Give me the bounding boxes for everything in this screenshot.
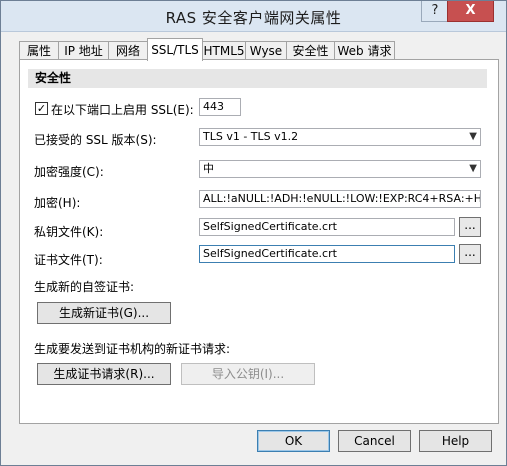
certificate-browse-button[interactable]: ...	[459, 244, 481, 264]
help-icon[interactable]: ?	[421, 1, 449, 22]
cipher-strength-label: 加密强度(C):	[34, 165, 104, 179]
self-signed-label: 生成新的自签证书:	[34, 280, 135, 294]
csr-label: 生成要发送到证书机构的新证书请求:	[34, 342, 231, 356]
cipher-input[interactable]: ALL:!aNULL:!ADH:!eNULL:!LOW:!EXP:RC4+RSA…	[199, 190, 481, 208]
chevron-down-icon: ▼	[469, 131, 477, 142]
close-icon[interactable]: X	[447, 1, 494, 22]
generate-new-certificate-button[interactable]: 生成新证书(G)...	[37, 302, 171, 324]
certificate-input[interactable]: SelfSignedCertificate.crt	[199, 245, 455, 263]
title-bar: RAS 安全客户端网关属性 ? X	[1, 1, 506, 32]
tab-web-request[interactable]: Web 请求	[334, 41, 395, 60]
tab-ip-address[interactable]: IP 地址	[58, 41, 109, 60]
ssl-version-value: TLS v1 - TLS v1.2	[203, 130, 299, 143]
ssl-enable-checkbox[interactable]: ✓	[35, 102, 48, 115]
import-public-key-button[interactable]: 导入公钥(I)...	[181, 363, 315, 385]
tab-security[interactable]: 安全性	[286, 41, 335, 60]
dialog-window: RAS 安全客户端网关属性 ? X 属性 IP 地址 网络 SSL/TLS HT…	[0, 0, 507, 466]
chevron-down-icon: ▼	[469, 163, 477, 174]
certificate-label: 证书文件(T):	[34, 253, 103, 267]
private-key-input[interactable]: SelfSignedCertificate.crt	[199, 218, 455, 236]
section-title: 安全性	[28, 69, 487, 88]
cancel-button[interactable]: Cancel	[338, 430, 411, 452]
ssl-port-input[interactable]: 443	[199, 98, 241, 116]
tab-network[interactable]: 网络	[108, 41, 148, 60]
private-key-browse-button[interactable]: ...	[459, 217, 481, 237]
help-button[interactable]: Help	[419, 430, 492, 452]
tab-properties[interactable]: 属性	[19, 41, 59, 60]
tab-wyse[interactable]: Wyse	[245, 41, 287, 60]
cipher-strength-value: 中	[203, 162, 214, 175]
generate-certificate-request-button[interactable]: 生成证书请求(R)...	[37, 363, 171, 385]
ssl-enable-label: 在以下端口上启用 SSL(E):	[51, 103, 194, 117]
tab-html5[interactable]: HTML5	[202, 41, 246, 60]
cipher-label: 加密(H):	[34, 196, 81, 210]
private-key-label: 私钥文件(K):	[34, 225, 104, 239]
ok-button[interactable]: OK	[257, 430, 330, 452]
ssl-version-label: 已接受的 SSL 版本(S):	[34, 133, 157, 147]
ssl-version-select[interactable]: TLS v1 - TLS v1.2 ▼	[199, 128, 481, 146]
tab-ssl-tls[interactable]: SSL/TLS	[147, 38, 203, 61]
cipher-strength-select[interactable]: 中 ▼	[199, 160, 481, 178]
